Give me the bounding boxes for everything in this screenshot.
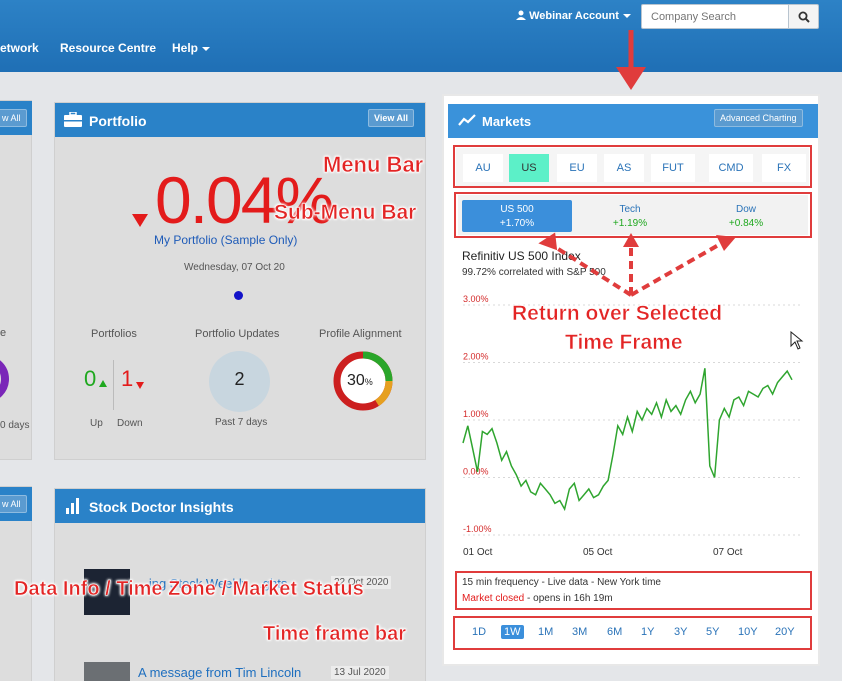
profile-alignment-label: Profile Alignment [319,328,402,340]
nav-link-resource-centre[interactable]: Resource Centre [60,41,156,55]
time-frame-bar-highlight [453,616,812,650]
mouse-cursor-icon [790,331,804,350]
nav-link-network[interactable]: etwork [0,41,39,55]
y-tick-label: 1.00% [463,409,489,419]
x-tick-label: 07 Oct [713,547,743,558]
partial-label: e [0,327,7,339]
bar-chart-icon [66,498,79,514]
nav-help-label: Help [172,41,199,55]
annotation-return-line2: Time Frame [565,331,683,355]
insights-title: Stock Doctor Insights [89,499,234,515]
profile-alignment-value: 30% [347,372,373,390]
briefcase-icon [64,112,82,127]
insights-header: Stock Doctor Insights [55,489,425,523]
author-avatar[interactable] [84,662,130,681]
carousel-dot[interactable] [234,291,243,300]
portfolio-updates-count[interactable]: 2 [209,351,270,412]
portfolio-updates-label: Portfolio Updates [195,328,280,340]
alignment-unit: % [364,377,373,387]
portfolio-change-value: 0.04% [155,163,334,237]
portfolio-header: Portfolio View All [55,103,425,137]
portfolio-view-all-button[interactable]: View All [368,109,415,127]
alignment-number: 30 [347,372,365,389]
partial-gauge [0,360,9,398]
down-arrow-icon [132,214,148,227]
down-label: Down [117,418,143,429]
y-tick-label: 2.00% [463,352,489,362]
nav-link-help[interactable]: Help [172,41,211,55]
insight-item-title-2[interactable]: A message from Tim Lincoln [138,665,301,680]
up-label: Up [90,418,103,429]
portfolio-date: Wednesday, 07 Oct 20 [184,262,285,273]
chevron-down-icon [622,14,631,19]
my-portfolio-link[interactable]: My Portfolio (Sample Only) [154,233,297,247]
portfolios-down-count: 1 [121,366,134,391]
portfolio-updates-sub: Past 7 days [215,417,268,428]
left-partial-panel [0,100,32,460]
partial-days: 0 days [0,420,30,431]
search-icon [798,11,810,23]
account-menu[interactable]: Webinar Account [516,10,631,22]
account-label: Webinar Account [529,10,619,22]
insight-item-date-2: 13 Jul 2020 [331,666,389,679]
portfolio-title: Portfolio [89,113,147,129]
data-info-highlight [455,571,812,610]
annotation-menu-bar: Menu Bar [323,152,424,178]
y-tick-label: 0.00% [463,467,489,477]
annotation-return-line1: Return over Selected [512,302,723,326]
annotation-time-frame-bar: Time frame bar [263,623,407,646]
chevron-down-icon [202,46,211,51]
up-arrow-icon [99,380,107,387]
annotation-sub-menu-bar: Sub-Menu Bar [274,201,417,225]
series-line [462,368,793,512]
user-icon [516,10,526,20]
down-arrow-icon [136,382,144,389]
x-tick-label: 01 Oct [463,547,493,558]
view-all-button-2[interactable]: w All [0,495,27,513]
y-tick-label: -1.00% [463,524,492,534]
portfolios-label: Portfolios [91,328,137,340]
view-all-button[interactable]: w All [0,109,27,127]
portfolios-up-count: 0 [84,366,97,391]
annotation-data-info: Data Info / Time Zone / Market Status [14,578,364,601]
annotation-arrows [538,30,736,297]
divider [113,360,114,410]
x-tick-label: 05 Oct [583,547,613,558]
